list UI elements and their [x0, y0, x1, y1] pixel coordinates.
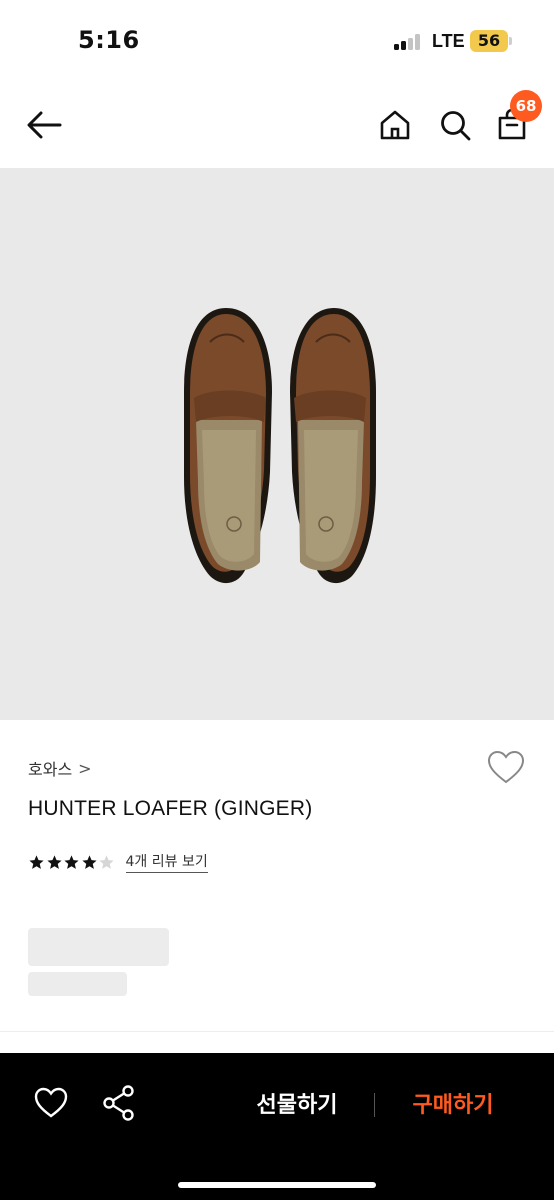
battery-level: 56: [477, 31, 501, 50]
loafer-image: [184, 308, 376, 584]
signal-icon: [394, 34, 424, 50]
review-link[interactable]: 4개 리뷰 보기: [125, 851, 208, 873]
status-time: 5:16: [78, 26, 140, 54]
bottom-wishlist-button[interactable]: [31, 1083, 71, 1123]
divider: [0, 1031, 554, 1032]
price-skeleton: [28, 928, 169, 966]
brand-link[interactable]: 호와스 >: [28, 756, 92, 780]
home-indicator: [178, 1182, 376, 1188]
battery-icon: 56: [470, 30, 508, 52]
heart-icon: [34, 1087, 68, 1118]
network-label: LTE: [432, 31, 465, 51]
product-image[interactable]: [0, 168, 554, 720]
star-filled-icon: [29, 854, 44, 869]
star-filled-icon: [46, 854, 62, 869]
price-sub-skeleton: [28, 972, 127, 996]
battery-cap: [509, 37, 512, 45]
home-icon: [380, 110, 410, 140]
search-button[interactable]: [433, 103, 477, 147]
search-icon: [441, 111, 471, 141]
rating-row: 4개 리뷰 보기: [28, 851, 208, 873]
top-nav: [0, 84, 554, 168]
status-bar: 5:16 LTE 56: [0, 0, 554, 84]
product-name: HUNTER LOAFER (GINGER): [28, 797, 313, 820]
bottom-action-bar: 선물하기 구매하기: [0, 1053, 554, 1200]
star-empty-icon: [99, 854, 114, 869]
star-rating: [28, 854, 116, 871]
share-button[interactable]: [99, 1083, 139, 1123]
back-button[interactable]: [22, 103, 66, 147]
buy-button[interactable]: 구매하기: [390, 1087, 516, 1119]
heart-icon: [487, 750, 525, 784]
wishlist-button[interactable]: [486, 748, 526, 788]
star-filled-icon: [81, 854, 97, 869]
star-filled-icon: [64, 854, 79, 869]
home-button[interactable]: [373, 103, 417, 147]
share-icon: [103, 1085, 134, 1121]
back-arrow-icon: [27, 111, 62, 139]
cart-count-badge: 68: [510, 90, 542, 122]
gift-button[interactable]: 선물하기: [232, 1087, 362, 1119]
brand-name: 호와스: [28, 760, 73, 779]
button-separator: [374, 1093, 375, 1117]
chevron-right-icon: >: [78, 758, 92, 778]
